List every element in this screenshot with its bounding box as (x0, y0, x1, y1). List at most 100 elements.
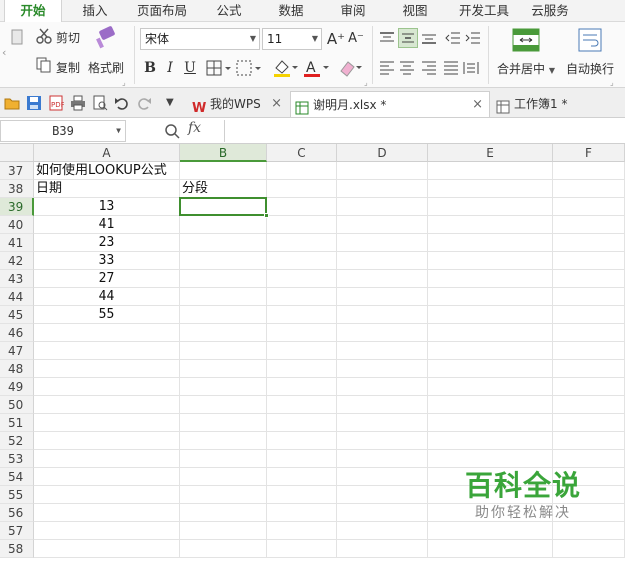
fill-handle[interactable] (264, 213, 269, 218)
cell-a43[interactable]: 27 (34, 270, 180, 288)
redo-icon[interactable] (136, 95, 152, 111)
cell-a44[interactable]: 44 (34, 288, 180, 306)
cell-a50[interactable] (34, 396, 180, 414)
row-header[interactable]: 40 (0, 216, 34, 234)
cell-d47[interactable] (337, 342, 428, 360)
cell-f46[interactable] (553, 324, 625, 342)
tab-formulas[interactable]: 公式 (204, 0, 254, 22)
doc-tab-my-wps[interactable]: W 我的WPS × (188, 91, 288, 117)
font-expand-icon[interactable]: ⌟ (364, 78, 368, 87)
cell-c37[interactable] (267, 162, 337, 180)
cell-d41[interactable] (337, 234, 428, 252)
export-pdf-icon[interactable]: PDF (48, 95, 65, 111)
cell-d52[interactable] (337, 432, 428, 450)
merge-center-button[interactable]: 合并居中 ▼ (497, 60, 555, 77)
cell-c42[interactable] (267, 252, 337, 270)
cell-a54[interactable] (34, 468, 180, 486)
cell-a49[interactable] (34, 378, 180, 396)
cell-b37[interactable] (180, 162, 267, 180)
row-header[interactable]: 43 (0, 270, 34, 288)
tab-cloud[interactable]: 云服务 (524, 0, 576, 22)
cell-e42[interactable] (428, 252, 553, 270)
zoom-search-icon[interactable] (164, 123, 180, 139)
row-header[interactable]: 55 (0, 486, 34, 504)
cell-c52[interactable] (267, 432, 337, 450)
cell-f42[interactable] (553, 252, 625, 270)
cell-c40[interactable] (267, 216, 337, 234)
cell-c54[interactable] (267, 468, 337, 486)
cell-a39[interactable]: 13 (34, 198, 180, 216)
paste-icon[interactable] (10, 26, 24, 48)
cell-f52[interactable] (553, 432, 625, 450)
alignment-expand-icon[interactable]: ⌟ (610, 78, 614, 87)
fill-color-icon[interactable] (272, 58, 298, 78)
cell-f45[interactable] (553, 306, 625, 324)
distributed-align-icon[interactable] (462, 60, 480, 76)
cell-e50[interactable] (428, 396, 553, 414)
cell-a47[interactable] (34, 342, 180, 360)
cell-f51[interactable] (553, 414, 625, 432)
column-header-c[interactable]: C (267, 144, 337, 162)
cell-d50[interactable] (337, 396, 428, 414)
cell-a42[interactable]: 33 (34, 252, 180, 270)
cell-b51[interactable] (180, 414, 267, 432)
tab-view[interactable]: 视图 (390, 0, 440, 22)
cell-e52[interactable] (428, 432, 553, 450)
cut-button[interactable]: 剪切 (56, 29, 80, 46)
save-icon[interactable] (26, 95, 42, 111)
borders-icon[interactable] (206, 60, 234, 76)
cell-c55[interactable] (267, 486, 337, 504)
row-header[interactable]: 39 (0, 198, 34, 216)
ribbon-scroll-left-icon[interactable]: ‹ (2, 46, 6, 59)
cell-e40[interactable] (428, 216, 553, 234)
cell-a53[interactable] (34, 450, 180, 468)
cell-e48[interactable] (428, 360, 553, 378)
cell-b42[interactable] (180, 252, 267, 270)
row-header[interactable]: 45 (0, 306, 34, 324)
cell-c46[interactable] (267, 324, 337, 342)
row-header[interactable]: 50 (0, 396, 34, 414)
row-header[interactable]: 41 (0, 234, 34, 252)
align-top-icon[interactable] (378, 30, 396, 46)
name-box[interactable]: B39 ▼ (0, 120, 126, 142)
row-header[interactable]: 53 (0, 450, 34, 468)
cell-e58[interactable] (428, 540, 553, 558)
cell-e49[interactable] (428, 378, 553, 396)
row-header[interactable]: 51 (0, 414, 34, 432)
font-name-select[interactable]: 宋体 ▼ (140, 28, 260, 50)
align-bottom-icon[interactable] (420, 30, 438, 46)
align-center-icon[interactable] (398, 60, 416, 76)
cell-b53[interactable] (180, 450, 267, 468)
cell-b44[interactable] (180, 288, 267, 306)
cell-c41[interactable] (267, 234, 337, 252)
cell-f47[interactable] (553, 342, 625, 360)
cell-b48[interactable] (180, 360, 267, 378)
cell-e38[interactable] (428, 180, 553, 198)
clear-format-icon[interactable] (338, 58, 364, 78)
cell-c48[interactable] (267, 360, 337, 378)
cell-d58[interactable] (337, 540, 428, 558)
cell-a56[interactable] (34, 504, 180, 522)
select-all-corner[interactable] (0, 144, 34, 162)
row-header[interactable]: 47 (0, 342, 34, 360)
close-tab-icon[interactable]: × (271, 91, 282, 117)
cell-d49[interactable] (337, 378, 428, 396)
justify-icon[interactable] (442, 60, 460, 76)
row-header[interactable]: 49 (0, 378, 34, 396)
tab-data[interactable]: 数据 (266, 0, 316, 22)
active-cell-selection[interactable] (179, 197, 269, 218)
column-header-b[interactable]: B (180, 144, 267, 162)
format-painter-button[interactable]: 格式刷 (88, 59, 124, 76)
shrink-font-button[interactable]: A⁻ (346, 29, 366, 49)
italic-button[interactable]: I (160, 58, 180, 78)
cell-a38[interactable]: 日期 (34, 180, 180, 198)
cell-c57[interactable] (267, 522, 337, 540)
cell-d40[interactable] (337, 216, 428, 234)
cell-b52[interactable] (180, 432, 267, 450)
cell-b43[interactable] (180, 270, 267, 288)
clipboard-expand-icon[interactable]: ⌟ (122, 78, 126, 87)
cell-d48[interactable] (337, 360, 428, 378)
cell-d39[interactable] (337, 198, 428, 216)
cell-f40[interactable] (553, 216, 625, 234)
close-tab-icon[interactable]: × (472, 92, 483, 118)
